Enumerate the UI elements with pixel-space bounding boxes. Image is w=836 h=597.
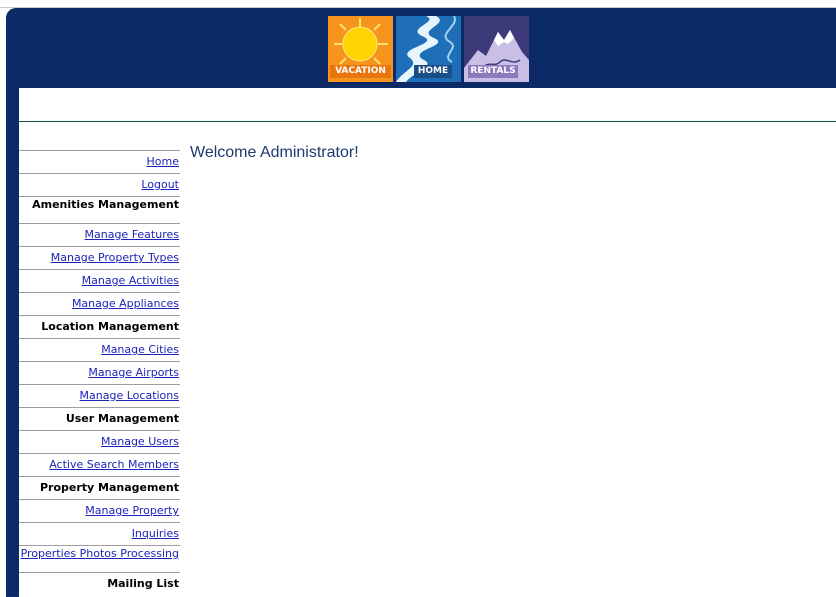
left-border-bar [6, 88, 19, 597]
rentals-caption: RENTALS [468, 65, 518, 78]
home-caption: HOME [414, 65, 452, 78]
properties-photos-processing-link[interactable]: Properties Photos Processing [21, 547, 179, 560]
page-frame: VACATION HOME RENTALS Welcome Administra… [0, 0, 836, 597]
inquiries-link[interactable]: Inquiries [132, 527, 179, 540]
admin-sidebar-nav: Home Logout Amenities Management Manage … [19, 150, 180, 595]
manage-locations-link[interactable]: Manage Locations [80, 389, 179, 402]
sidebar-item-manage-property-types: Manage Property Types [19, 246, 180, 269]
section-property-management: Property Management [19, 476, 180, 499]
home-link[interactable]: Home [147, 155, 179, 168]
sidebar-item-manage-features: Manage Features [19, 223, 180, 246]
top-strip [0, 0, 836, 8]
sidebar-item-manage-activities: Manage Activities [19, 269, 180, 292]
section-location-management: Location Management [19, 315, 180, 338]
welcome-heading: Welcome Administrator! [190, 144, 359, 161]
site-logo[interactable]: VACATION HOME RENTALS [328, 16, 529, 82]
manage-cities-link[interactable]: Manage Cities [101, 343, 179, 356]
sidebar-item-logout: Logout [19, 173, 180, 196]
sidebar-item-active-search-members: Active Search Members [19, 453, 180, 476]
sidebar-item-manage-users: Manage Users [19, 430, 180, 453]
sidebar-item-manage-property: Manage Property [19, 499, 180, 522]
section-amenities-management: Amenities Management [19, 196, 180, 223]
manage-users-link[interactable]: Manage Users [101, 435, 179, 448]
home-tile: HOME [396, 16, 461, 82]
rentals-tile: RENTALS [464, 16, 529, 82]
logout-link[interactable]: Logout [141, 178, 179, 191]
vacation-caption: VACATION [330, 65, 391, 78]
manage-features-link[interactable]: Manage Features [85, 228, 180, 241]
sidebar-item-manage-locations: Manage Locations [19, 384, 180, 407]
manage-property-link[interactable]: Manage Property [85, 504, 179, 517]
section-user-management: User Management [19, 407, 180, 430]
manage-airports-link[interactable]: Manage Airports [88, 366, 179, 379]
sidebar-item-properties-photos-processing: Properties Photos Processing [19, 545, 180, 572]
sidebar-item-home: Home [19, 150, 180, 173]
active-search-members-link[interactable]: Active Search Members [49, 458, 179, 471]
sidebar-item-manage-airports: Manage Airports [19, 361, 180, 384]
manage-appliances-link[interactable]: Manage Appliances [72, 297, 179, 310]
sidebar-item-manage-cities: Manage Cities [19, 338, 180, 361]
sidebar-item-manage-appliances: Manage Appliances [19, 292, 180, 315]
sub-header-bar [19, 88, 836, 122]
vacation-tile: VACATION [328, 16, 393, 82]
section-mailing-list: Mailing List [19, 572, 180, 595]
manage-activities-link[interactable]: Manage Activities [82, 274, 179, 287]
sidebar-item-inquiries: Inquiries [19, 522, 180, 545]
manage-property-types-link[interactable]: Manage Property Types [51, 251, 179, 264]
